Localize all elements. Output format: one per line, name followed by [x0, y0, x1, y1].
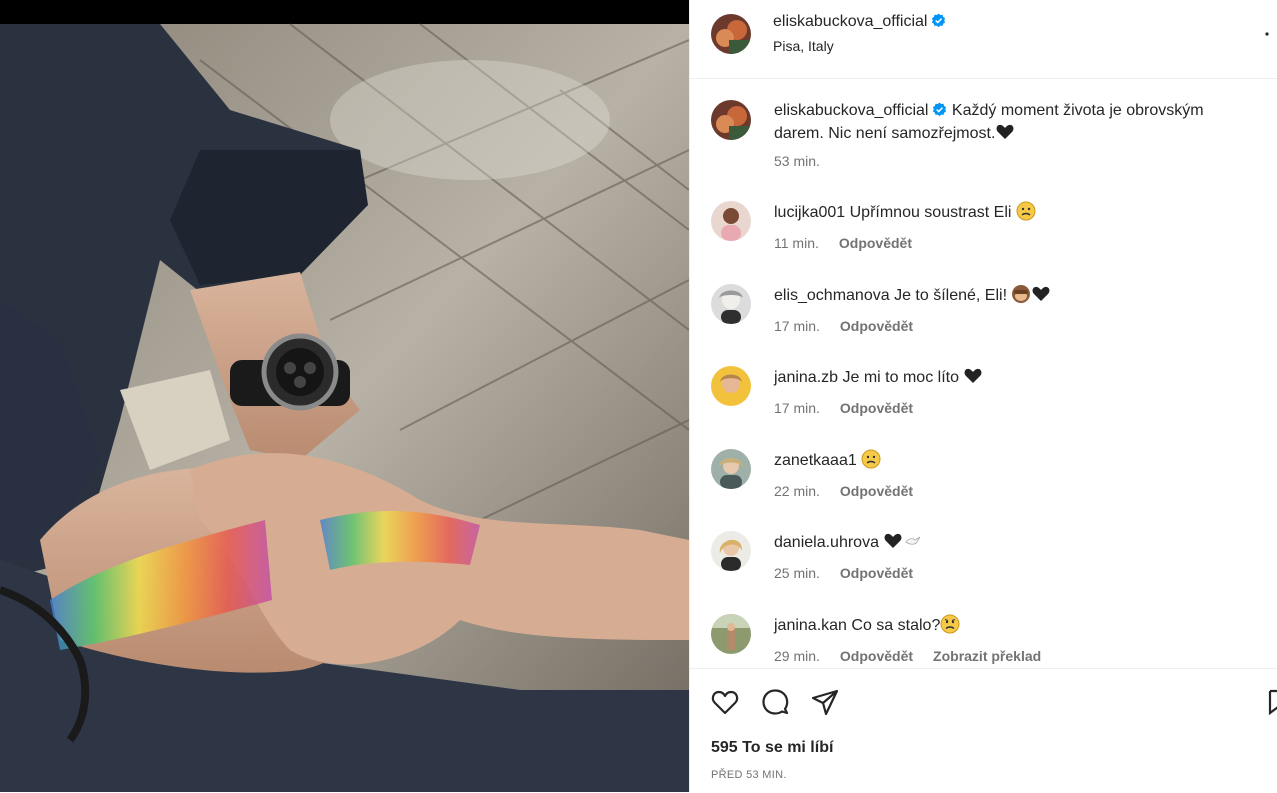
reply-button[interactable]: Odpovědět [840, 648, 913, 664]
comment-time: 22 min. [774, 483, 820, 499]
comment-text: zanetkaaa1 [774, 449, 1254, 472]
more-options-icon[interactable] [1256, 26, 1270, 42]
post-panel: eliskabuckova_official Pisa, Italy elisk… [689, 0, 1277, 793]
caption-meta: 53 min. [774, 153, 840, 169]
sad-face-icon [861, 449, 881, 469]
post-timestamp: PŘED 53 MIN. [711, 769, 787, 781]
comment-time: 29 min. [774, 648, 820, 664]
comment-meta: 22 min. Odpovědět [774, 483, 933, 499]
dove-icon [905, 536, 921, 545]
comment-icon[interactable] [760, 687, 790, 717]
comment-username[interactable]: janina.zb [774, 369, 838, 386]
comment-time: 11 min. [774, 235, 819, 251]
commenter-avatar[interactable] [711, 614, 751, 654]
comment-time: 17 min. [774, 318, 820, 334]
post-header: eliskabuckova_official Pisa, Italy [690, 0, 1277, 79]
caption-text: eliskabuckova_official Každý moment živo… [774, 100, 1254, 145]
actions-bar: 595 To se mi líbí PŘED 53 MIN. [690, 668, 1277, 793]
post-location[interactable]: Pisa, Italy [773, 38, 834, 54]
post-photo[interactable] [0, 0, 689, 792]
comments-list[interactable]: eliskabuckova_official Každý moment živo… [690, 79, 1277, 667]
comment-username[interactable]: elis_ochmanova [774, 287, 890, 304]
commenter-avatar[interactable] [711, 284, 751, 324]
comment-text: janina.zb Je mi to moc líto [774, 366, 1254, 389]
translate-button[interactable]: Zobrazit překlad [933, 648, 1041, 664]
comment-text: lucijka001 Upřímnou soustrast Eli [774, 201, 1254, 224]
comment-meta: 17 min. Odpovědět [774, 318, 933, 334]
comment-time: 25 min. [774, 565, 820, 581]
commenter-avatar[interactable] [711, 449, 751, 489]
reply-button[interactable]: Odpovědět [840, 483, 913, 499]
reply-button[interactable]: Odpovědět [840, 565, 913, 581]
black-heart-icon [964, 368, 982, 383]
comment-username[interactable]: janina.kan [774, 617, 847, 634]
post-image [0, 0, 689, 792]
comment-meta: 29 min. Odpovědět Zobrazit překlad [774, 648, 1061, 664]
verified-badge-icon [932, 13, 946, 28]
author-username[interactable]: eliskabuckova_official [773, 13, 946, 31]
see-no-evil-monkey-icon [1012, 285, 1031, 303]
comment-meta: 17 min. Odpovědět [774, 400, 933, 416]
caption-username[interactable]: eliskabuckova_official [774, 102, 928, 119]
comment-text: janina.kan Co sa stalo? [774, 614, 1254, 637]
comment-username[interactable]: zanetkaaa1 [774, 452, 857, 469]
comment-time: 17 min. [774, 400, 820, 416]
share-icon[interactable] [810, 687, 840, 717]
comment-body: Co sa stalo? [851, 617, 941, 634]
verified-badge-icon [933, 102, 947, 117]
comment-body: Upřímnou soustrast Eli [849, 204, 1012, 221]
like-heart-icon[interactable] [710, 687, 740, 717]
caption-time: 53 min. [774, 153, 820, 169]
author-avatar[interactable] [711, 100, 751, 140]
comment-meta: 25 min. Odpovědět [774, 565, 933, 581]
likes-count[interactable]: 595 To se mi líbí [711, 739, 833, 757]
comment-body: Je to šílené, Eli! [894, 287, 1008, 304]
commenter-avatar[interactable] [711, 201, 751, 241]
black-heart-icon [996, 124, 1014, 139]
commenter-avatar[interactable] [711, 531, 751, 571]
comment-text: daniela.uhrova [774, 531, 1254, 554]
sad-face-icon [1016, 201, 1036, 221]
comment-username[interactable]: lucijka001 [774, 204, 845, 221]
black-heart-icon [884, 533, 902, 548]
reply-button[interactable]: Odpovědět [840, 400, 913, 416]
comment-username[interactable]: daniela.uhrova [774, 534, 879, 551]
commenter-avatar[interactable] [711, 366, 751, 406]
save-bookmark-icon[interactable] [1268, 687, 1277, 717]
comment-meta: 11 min. Odpovědět [774, 235, 932, 251]
comment-text: elis_ochmanova Je to šílené, Eli! [774, 284, 1254, 307]
reply-button[interactable]: Odpovědět [839, 235, 912, 251]
author-avatar[interactable] [711, 14, 751, 54]
worried-face-icon [940, 614, 960, 634]
black-heart-icon [1033, 286, 1050, 301]
reply-button[interactable]: Odpovědět [840, 318, 913, 334]
comment-body: Je mi to moc líto [842, 369, 959, 386]
